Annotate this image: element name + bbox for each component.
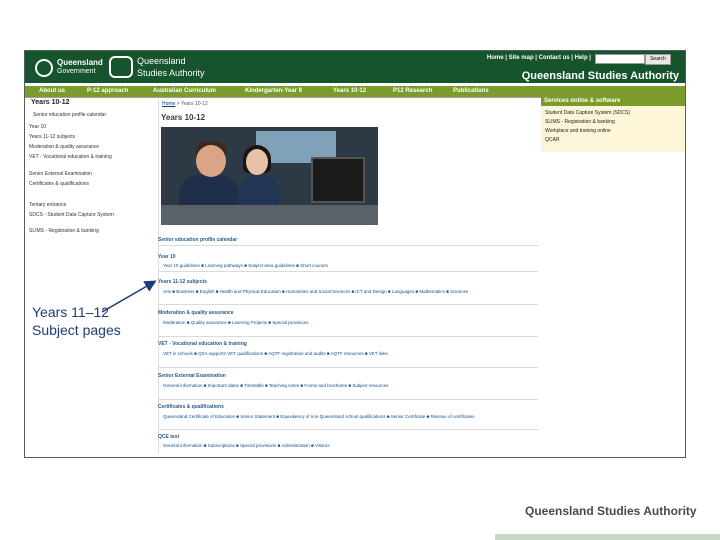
sidebar-item-certificates[interactable]: Certificates & qualifications [29, 181, 89, 187]
footer-brand: Queensland Studies Authority [525, 504, 697, 518]
crest-icon [35, 59, 53, 77]
nav-item-publications[interactable]: Publications [453, 88, 489, 94]
sidebar-item-vet[interactable]: VET - Vocational education & training [29, 154, 112, 160]
section-senior-external-exam-links[interactable]: General information ■ Important dates ■ … [163, 382, 483, 389]
sidebar: Years 10-12 Senior education profile cal… [25, 99, 157, 239]
section-divider [158, 399, 538, 400]
photo-student-boy-face [196, 145, 226, 177]
gov-logo-line1: Queensland [57, 58, 103, 67]
nav-item-about-us[interactable]: About us [39, 88, 65, 94]
service-link-workplace[interactable]: Workplace and training online [545, 128, 611, 134]
section-divider [158, 245, 538, 246]
sidebar-item-tertiary-entrance[interactable]: Tertiary entrance [29, 202, 66, 208]
nav-item-australian-curriculum[interactable]: Australian Curriculum [153, 88, 216, 94]
search-button[interactable]: Search [645, 54, 671, 65]
annotation-callout: Years 11–12 Subject pages [32, 303, 121, 339]
gov-logo-line2: Government [57, 68, 96, 75]
browser-screenshot: Queensland Government Queensland Studies… [24, 50, 686, 458]
section-years-11-12-subjects-title[interactable]: Years 11-12 subjects [158, 279, 207, 285]
breadcrumb: Home > Years 10-12 [162, 101, 208, 107]
utility-links[interactable]: Home | Site map | Contact us | Help | [487, 55, 591, 61]
sidebar-item-senior-calendar[interactable]: Senior education profile calendar [33, 112, 106, 118]
section-senior-external-exam-title[interactable]: Senior External Examination [158, 373, 226, 379]
nav-item-kindergarten-year9[interactable]: Kindergarten-Year 9 [245, 88, 302, 94]
sidebar-item-senior-external-exam[interactable]: Senior External Examination [29, 171, 92, 177]
section-qce-test-links[interactable]: General information ■ Subscriptions ■ Sp… [163, 443, 330, 448]
section-moderation-links[interactable]: Moderation ■ Quality assurance ■ Learnin… [163, 319, 463, 326]
section-certificates-links[interactable]: Queensland Certificate of Education ■ Se… [163, 413, 533, 420]
service-link-qcar[interactable]: QCAR [545, 137, 559, 143]
section-qce-test-title[interactable]: QCE test [158, 434, 179, 440]
section-divider [158, 367, 538, 368]
section-certificates-title[interactable]: Certificates & qualifications [158, 404, 224, 410]
qsa-logo-line1: Queensland [137, 56, 186, 66]
site-brand: Queensland Studies Authority [521, 70, 679, 82]
nav-item-p12-approach[interactable]: P-12 approach [87, 88, 128, 94]
breadcrumb-current: > Years 10-12 [176, 101, 208, 107]
section-years-11-12-subjects-links[interactable]: Arts ■ Business ■ English ■ Health and P… [163, 288, 533, 295]
section-divider [158, 271, 538, 272]
footer-bar [495, 534, 720, 540]
section-moderation-title[interactable]: Moderation & quality assurance [158, 310, 234, 316]
qsa-crest-icon [109, 56, 133, 78]
photo-monitor [311, 157, 365, 203]
services-panel-title: Services online & software [541, 97, 685, 106]
section-divider [158, 429, 538, 430]
sidebar-item-slims[interactable]: SLIMS - Registration & banking [29, 228, 99, 234]
breadcrumb-home[interactable]: Home [162, 101, 175, 107]
page-title: Years 10-12 [161, 113, 206, 122]
service-link-slims[interactable]: SLIMS - Registration & banking [545, 119, 615, 125]
nav-item-years-10-12[interactable]: Years 10-12 [333, 88, 366, 94]
site-header: Queensland Government Queensland Studies… [25, 51, 685, 83]
sidebar-item-moderation[interactable]: Moderation & quality assurance [29, 144, 99, 150]
nav-item-p12-research[interactable]: P12 Research [393, 88, 432, 94]
service-link-sdcs[interactable]: Student Data Capture System (SDCS) [545, 110, 630, 116]
section-divider [158, 304, 538, 305]
students-photo [161, 127, 378, 225]
sidebar-item-year10[interactable]: Year 10 [29, 124, 46, 130]
photo-student-girl-face [246, 149, 268, 175]
annotation-line1: Years 11–12 [32, 304, 110, 320]
section-divider [158, 336, 538, 337]
qsa-logo[interactable]: Queensland Studies Authority [109, 54, 219, 82]
photo-desk [161, 205, 378, 225]
section-senior-calendar-title[interactable]: Senior education profile calendar [158, 237, 237, 243]
column-divider [158, 99, 159, 454]
section-year10-links[interactable]: Year 10 guidelines ■ Learning pathways ■… [163, 263, 328, 268]
sidebar-item-years-11-12-subjects[interactable]: Years 11-12 subjects [29, 134, 75, 140]
section-vet-links[interactable]: VET in schools ■ QSA supports VET qualif… [163, 350, 533, 357]
services-online-panel: Services online & software Student Data … [541, 97, 685, 152]
sidebar-item-sdcs[interactable]: SDCS - Student Data Capture System [29, 212, 114, 218]
queensland-government-logo[interactable]: Queensland Government [35, 57, 105, 81]
qsa-logo-line2: Studies Authority [137, 68, 205, 78]
sidebar-heading: Years 10-12 [31, 99, 70, 106]
section-vet-title[interactable]: VET - Vocational education & training [158, 341, 247, 347]
annotation-line2: Subject pages [32, 322, 121, 338]
section-year10-title[interactable]: Year 10 [158, 254, 176, 260]
search-input[interactable] [595, 54, 645, 64]
